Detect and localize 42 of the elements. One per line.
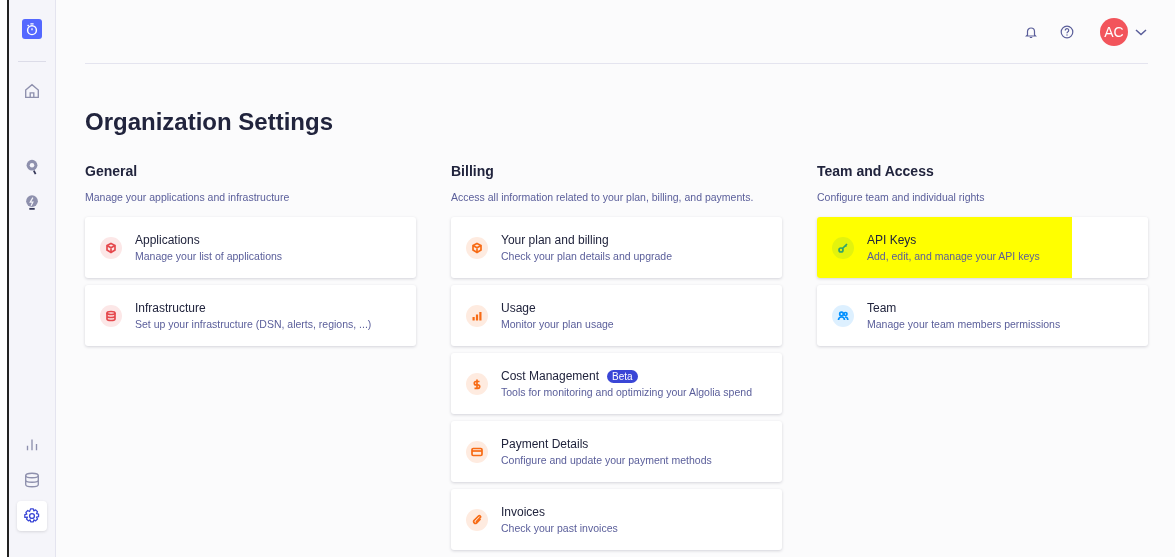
card-title: Usage [501, 301, 536, 315]
settings-card[interactable]: Infrastructure Set up your infrastructure (DSN, alerts, regions, ...) [85, 285, 416, 346]
card-subtitle: Monitor your plan usage [501, 318, 614, 330]
settings-card[interactable]: Team Manage your team members permissions [817, 285, 1148, 346]
logo-icon[interactable] [21, 19, 42, 39]
card-subtitle: Check your past invoices [501, 522, 618, 534]
card-subtitle: Check your plan details and upgrade [501, 250, 673, 262]
settings-card[interactable]: Applications Manage your list of applications [85, 217, 416, 278]
home-icon [22, 82, 41, 100]
settings-card[interactable]: Cost Management Beta Tools for monitoring and optimizing your Algolia spend [451, 353, 782, 414]
card-title: Applications [135, 233, 200, 247]
page-title: Organization Settings [85, 108, 334, 136]
card-subtitle: Set up your infrastructure (DSN, alerts, regions, ...) [135, 318, 372, 330]
card-title: Payment Details [501, 437, 589, 451]
card-subtitle: Add, edit, and manage your API keys [867, 250, 1040, 262]
settings-icon [22, 507, 41, 525]
settings-card[interactable]: Usage Monitor your plan usage [451, 285, 782, 346]
settings-card[interactable]: API Keys Add, edit, and manage your API keys [817, 217, 1148, 278]
card-title: Infrastructure [135, 301, 206, 315]
section-description: Access all information related to your plan, billing, and payments. [451, 191, 755, 203]
database-icon [22, 471, 41, 489]
section-heading: General [85, 163, 139, 179]
card-title: Your plan and billing [501, 233, 609, 247]
settings-card[interactable]: Payment Details Configure and update your payment methods [451, 421, 782, 482]
section-heading: Billing [451, 163, 495, 179]
card-subtitle: Configure and update your payment methods [501, 454, 712, 466]
help-icon[interactable] [1060, 24, 1074, 39]
card-subtitle: Manage your team members permissions [867, 318, 1061, 330]
sidebar-item[interactable] [16, 501, 47, 531]
section-heading: Team and Access [817, 163, 935, 179]
card-subtitle: Tools for monitoring and optimizing your Algolia spend [501, 386, 752, 398]
card-title: Invoices [501, 505, 546, 519]
card-title: Cost Management [501, 369, 600, 383]
card-subtitle: Manage your list of applications [135, 250, 283, 262]
notifications-icon[interactable] [1024, 24, 1038, 39]
beta-badge: Beta [607, 369, 638, 383]
card-title: Team [867, 301, 897, 315]
section-description: Manage your applications and infrastructure [85, 191, 291, 203]
section-description: Configure team and individual rights [817, 191, 986, 203]
settings-card[interactable]: Invoices Check your past invoices [451, 489, 782, 550]
card-title: API Keys [867, 233, 917, 247]
settings-card[interactable]: Your plan and billing Check your plan details and upgrade [451, 217, 782, 278]
